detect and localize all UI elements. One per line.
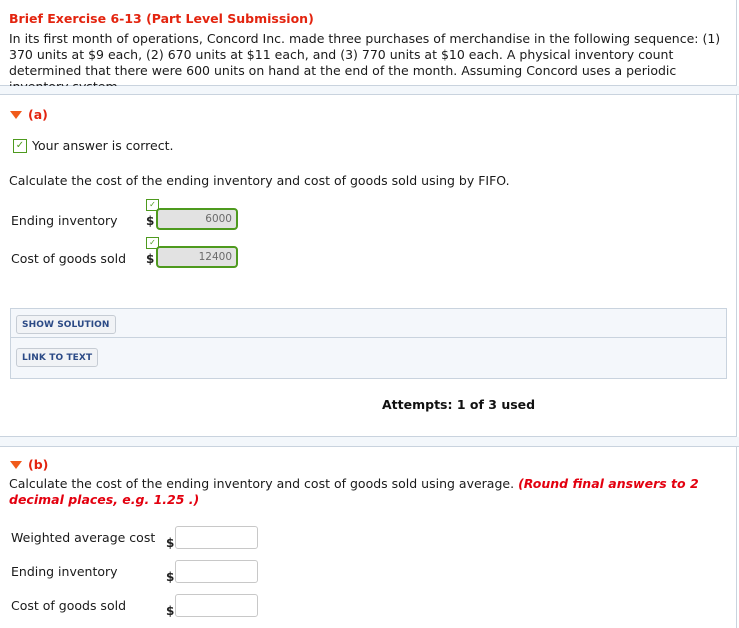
cogs-label: Cost of goods sold <box>11 251 127 266</box>
part-b-toggle[interactable]: (b) <box>10 457 48 472</box>
correct-status: ✓ Your answer is correct. <box>13 138 173 153</box>
cogs-label: Cost of goods sold <box>11 598 127 613</box>
part-b-label: (b) <box>28 457 49 472</box>
solution-tools-panel: SHOW SOLUTION LINK TO TEXT <box>10 308 727 379</box>
part-a-label: (a) <box>28 107 48 122</box>
link-to-text-button[interactable]: LINK TO TEXT <box>16 348 99 367</box>
section-separator <box>0 437 739 447</box>
part-a-section: (a) ✓ Your answer is correct. Calculate … <box>0 95 737 437</box>
attempts-counter: Attempts: 1 of 3 used <box>382 397 536 412</box>
ending-inventory-fifo-input[interactable]: 6000 <box>156 208 238 230</box>
divider <box>11 337 726 338</box>
cogs-average-input[interactable] <box>175 594 258 617</box>
currency-symbol: $ <box>166 536 175 550</box>
ending-inventory-label: Ending inventory <box>11 564 118 579</box>
cogs-fifo-input[interactable]: 12400 <box>156 246 238 268</box>
part-b-instruction-text: Calculate the cost of the ending invento… <box>9 476 515 491</box>
currency-symbol: $ <box>146 214 155 228</box>
ending-inventory-label: Ending inventory <box>11 213 118 228</box>
currency-symbol: $ <box>166 604 175 618</box>
ending-inventory-average-input[interactable] <box>175 560 258 583</box>
correct-status-text: Your answer is correct. <box>32 138 174 153</box>
weighted-average-cost-input[interactable] <box>175 526 258 549</box>
currency-symbol: $ <box>146 252 155 266</box>
part-a-toggle[interactable]: (a) <box>10 107 48 122</box>
weighted-average-cost-label: Weighted average cost <box>11 530 156 545</box>
exercise-title: Brief Exercise 6-13 (Part Level Submissi… <box>9 11 314 26</box>
collapse-triangle-icon <box>10 460 22 469</box>
collapse-triangle-icon <box>10 110 22 119</box>
part-a-instruction: Calculate the cost of the ending invento… <box>9 173 510 188</box>
part-b-section: (b) Calculate the cost of the ending inv… <box>0 447 737 628</box>
show-solution-button[interactable]: SHOW SOLUTION <box>16 315 116 334</box>
currency-symbol: $ <box>166 570 175 584</box>
checkmark-icon: ✓ <box>13 138 27 153</box>
exercise-header: Brief Exercise 6-13 (Part Level Submissi… <box>0 0 737 94</box>
section-separator <box>0 86 739 95</box>
part-b-instruction: Calculate the cost of the ending invento… <box>9 476 709 508</box>
